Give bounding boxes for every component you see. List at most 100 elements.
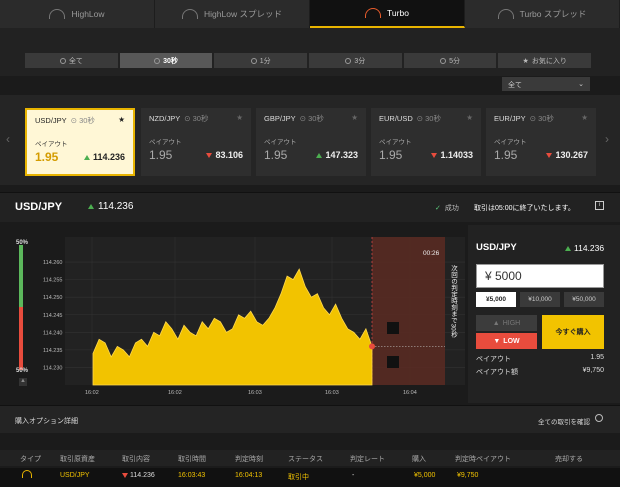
y-tick-label: 114.260 [43, 260, 62, 266]
duration-filter: 全て 30秒 1分 3分 5分 ★ お気に入り [25, 53, 592, 68]
up-arrow-icon [88, 204, 94, 209]
y-tick-label: 114.245 [43, 313, 62, 319]
col-status: ステータス [288, 456, 323, 463]
chevron-down-icon: ⌄ [578, 81, 584, 88]
card-price: 130.267 [546, 150, 588, 160]
card-pair: NZD/JPY [149, 114, 181, 123]
asset-card[interactable]: GBP/JPY ⊙ 30秒 ★ ペイアウト 1.95 147.323 [256, 108, 366, 176]
row-buy: ¥5,000 [414, 472, 436, 479]
card-values: 1.95 147.323 [264, 148, 358, 162]
duration-row [0, 28, 620, 76]
row-payout: ¥9,750 [457, 472, 479, 479]
row-time: 16:03:43 [178, 472, 206, 479]
y-tick-label: 114.235 [43, 348, 62, 354]
card-time: ⊙ 30秒 [299, 114, 324, 123]
asset-card[interactable]: USD/JPY ⊙ 30秒 ★ ペイアウト 1.95 114.236 [25, 108, 135, 176]
x-tick-label: 16:03 [248, 390, 262, 396]
row-content: 114.236 [122, 472, 155, 479]
amount-input[interactable]: ¥ 5000 [476, 264, 604, 288]
card-values: 1.95 1.14033 [379, 148, 473, 162]
col-type: タイプ [20, 456, 41, 463]
current-price-dot [369, 343, 375, 350]
check-icon: ✓ [435, 205, 441, 212]
card-payout-label: ペイアウト [35, 141, 68, 148]
duration-all[interactable]: 全て [25, 53, 118, 68]
up-arrow-icon: ▲ [492, 319, 500, 327]
card-header: NZD/JPY ⊙ 30秒 ★ [149, 113, 243, 124]
card-payout-label: ペイアウト [494, 139, 527, 146]
duration-5m[interactable]: 5分 [403, 53, 497, 68]
row-asset: USD/JPY [60, 472, 90, 479]
status-success: ✓ 成功 [435, 205, 459, 212]
duration-3m[interactable]: 3分 [309, 53, 402, 68]
favorite-star-icon[interactable]: ★ [236, 113, 243, 124]
col-payout: 判定時ペイアウト [455, 456, 511, 463]
col-asset: 取引原資産 [60, 456, 95, 463]
card-time: ⊙ 30秒 [416, 114, 441, 123]
turbo-gauge-icon [22, 470, 32, 478]
card-payout: 1.95 [149, 148, 173, 162]
chevron-left-icon[interactable]: ‹ [6, 132, 10, 146]
info-icon[interactable]: i [595, 201, 604, 210]
panel-price: 114.236 [565, 243, 604, 253]
favorite-star-icon[interactable]: ★ [581, 113, 588, 124]
card-time: ⊙ 30秒 [184, 114, 209, 123]
amount-chip-10000[interactable]: ¥10,000 [520, 292, 560, 307]
amount-chip-50000[interactable]: ¥50,000 [564, 292, 604, 307]
payout-amount-stat: ペイアウト額 ¥9,750 [476, 367, 604, 376]
clock-icon [154, 57, 161, 64]
card-values: 1.95 130.267 [494, 148, 588, 162]
up-arrow-icon [565, 245, 571, 251]
favorite-star-icon[interactable]: ★ [351, 113, 358, 124]
asset-filter-select[interactable]: 全て ⌄ [502, 77, 590, 91]
card-payout: 1.95 [35, 150, 59, 164]
favorite-star-icon[interactable]: ★ [466, 113, 473, 124]
highlow-icon [49, 9, 66, 19]
tab-turbo-spread[interactable]: Turbo スプレッド [465, 0, 620, 28]
countdown-timer: 00:26 [423, 250, 440, 257]
search-icon[interactable] [595, 414, 603, 422]
col-time: 取引時間 [178, 456, 206, 463]
clock-icon [440, 57, 447, 64]
card-pair: GBP/JPY [264, 114, 296, 123]
low-button[interactable]: ▼ LOW [476, 333, 537, 349]
row-rate: - [352, 472, 355, 479]
asset-card[interactable]: EUR/JPY ⊙ 30秒 ★ ペイアウト 1.95 130.267 [486, 108, 596, 176]
instrument-price: 114.236 [88, 201, 133, 212]
turbo-gauge-icon [365, 8, 382, 18]
duration-favorites[interactable]: ★ お気に入り [498, 53, 592, 68]
options-title: 購入オプション詳細 [15, 418, 78, 425]
col-content: 取引内容 [122, 456, 150, 463]
x-tick-label: 16:04 [403, 390, 417, 396]
card-time: ⊙ 30秒 [529, 114, 554, 123]
up-arrow-icon [316, 152, 323, 158]
down-arrow-icon: ▼ [493, 337, 501, 345]
price-chart: 114.260 114.255 114.250 114.245 114.240 114.2… [43, 237, 465, 396]
favorite-star-icon[interactable]: ★ [118, 115, 125, 126]
tab-highlow[interactable]: HighLow [0, 0, 155, 28]
col-rate: 判定レート [350, 456, 385, 463]
chevron-right-icon[interactable]: › [605, 132, 609, 146]
asset-card[interactable]: EUR/USD ⊙ 30秒 ★ ペイアウト 1.95 1.14033 [371, 108, 481, 176]
down-arrow-icon [122, 473, 128, 478]
card-payout-label: ペイアウト [379, 139, 412, 146]
card-payout: 1.95 [494, 148, 518, 162]
asset-card[interactable]: NZD/JPY ⊙ 30秒 ★ ペイアウト 1.95 83.106 [141, 108, 251, 176]
row-status: 取引中 [288, 474, 309, 481]
y-tick-label: 114.230 [43, 365, 62, 371]
card-pair: EUR/JPY [494, 114, 526, 123]
clock-icon [345, 57, 352, 64]
all-trades-link[interactable]: 全ての取引を確認 [538, 416, 590, 426]
high-button[interactable]: ▲ HIGH [476, 315, 537, 331]
tab-highlow-spread[interactable]: HighLow スプレッド [155, 0, 310, 28]
duration-1m[interactable]: 1分 [214, 53, 308, 68]
buy-now-button[interactable]: 今すぐ購入 [542, 315, 604, 349]
card-time: ⊙ 30秒 [70, 116, 95, 125]
tab-turbo[interactable]: Turbo [310, 0, 465, 28]
duration-30s[interactable]: 30秒 [119, 53, 213, 68]
payout-stat: ペイアウト 1.95 [476, 354, 604, 363]
card-price: 114.236 [83, 152, 125, 162]
amount-chip-5000[interactable]: ¥5,000 [476, 292, 516, 307]
table-row[interactable] [0, 468, 620, 487]
clock-icon [250, 57, 257, 64]
